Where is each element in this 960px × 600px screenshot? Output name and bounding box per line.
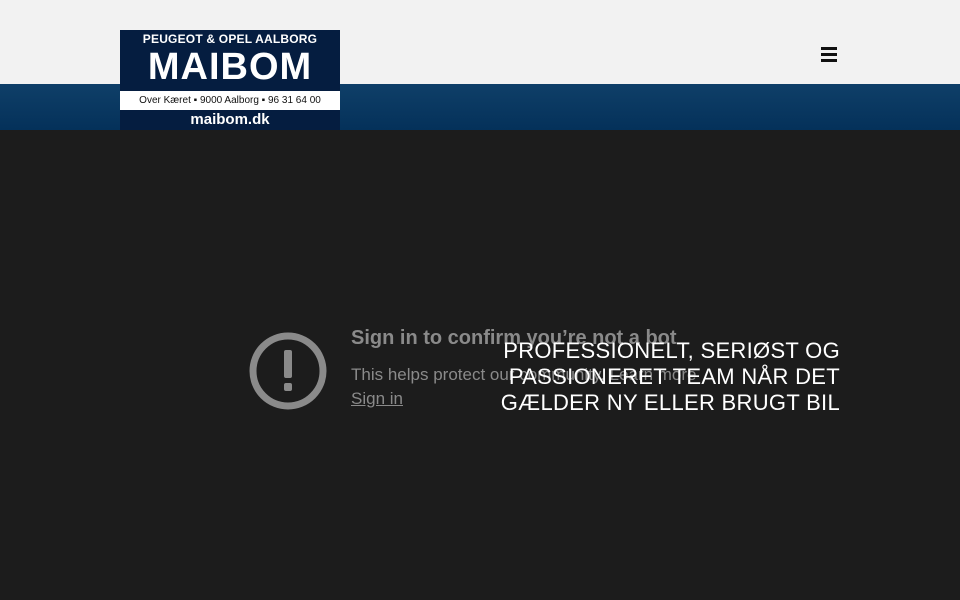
logo-wordmark: MAIBOM	[147, 46, 313, 88]
logo-address: Over Kæret ▪ 9000 Aalborg ▪ 96 31 64 00	[120, 91, 340, 110]
sign-in-link[interactable]: Sign in	[351, 389, 403, 409]
exclamation-circle-icon	[249, 332, 327, 410]
hero-headline-line: PROFESSIONELT, SERIØST OG	[503, 338, 840, 363]
logo-tagline: PEUGEOT & OPEL AALBORG	[142, 32, 318, 46]
hero-headline: PROFESSIONELT, SERIØST OG PASSIONERET TE…	[460, 338, 840, 416]
hamburger-menu-icon[interactable]	[818, 44, 840, 64]
hero-headline-line: PASSIONERET TEAM NÅR DET	[508, 364, 840, 389]
hero-headline-line: GÆLDER NY ELLER BRUGT BIL	[500, 390, 840, 415]
logo-domain: maibom.dk	[190, 111, 270, 128]
maibom-logo[interactable]: PEUGEOT & OPEL AALBORG MAIBOM Over Kæret…	[120, 30, 340, 130]
